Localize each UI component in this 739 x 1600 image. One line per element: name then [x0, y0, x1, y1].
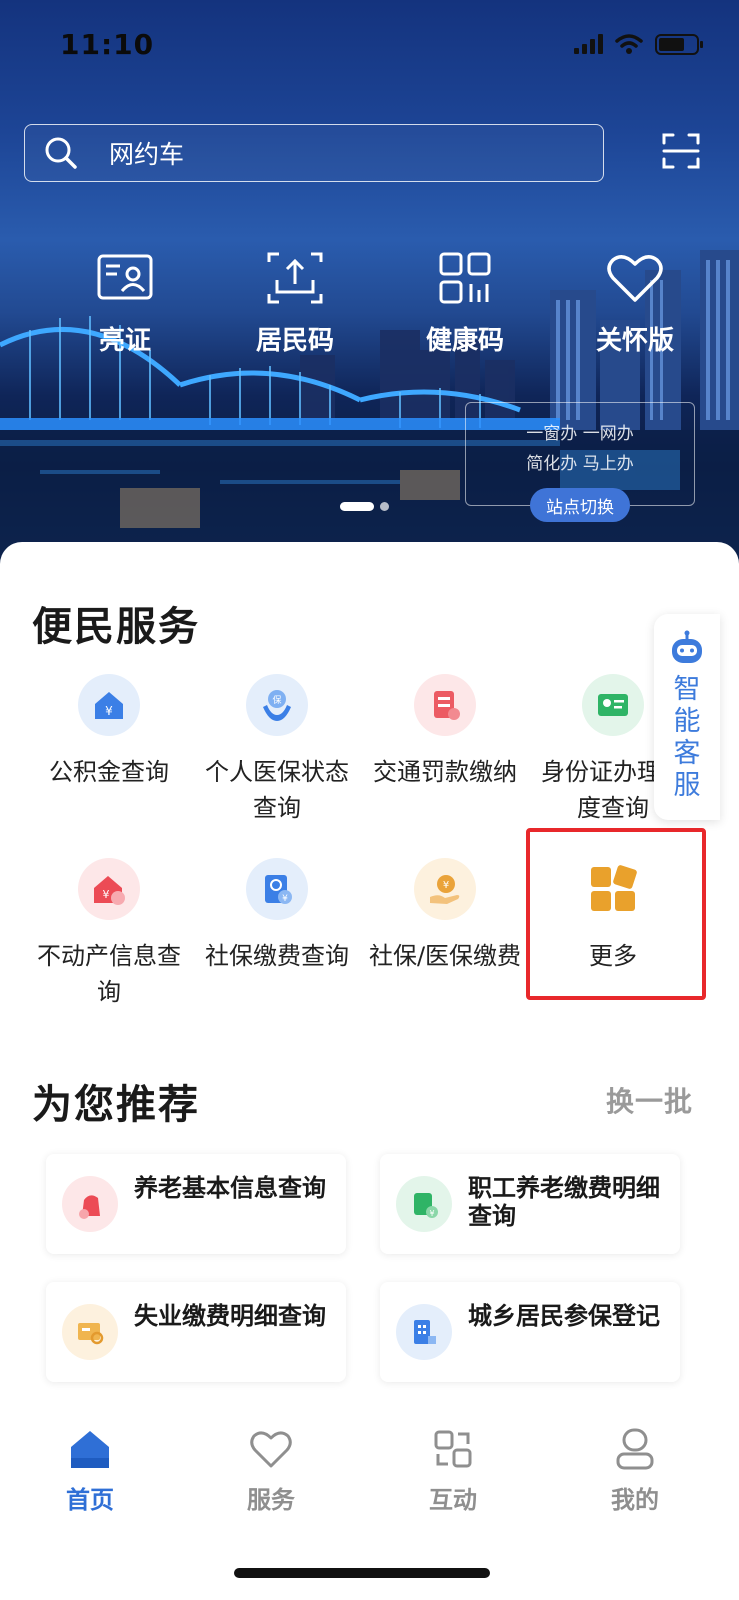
section-title-recommend: 为您推荐 — [32, 1082, 200, 1128]
pager-dot-active — [340, 502, 374, 511]
traffic-fine-icon — [414, 674, 476, 736]
search-placeholder: 网约车 — [109, 140, 185, 169]
quick-actions: 亮证 居民码 健康码 关怀版 — [40, 248, 720, 357]
recommend-card[interactable]: 城乡居民参保登记 — [380, 1282, 680, 1382]
service-label: 个人医保状态查询 — [205, 758, 349, 822]
quick-action-label: 亮证 — [98, 326, 151, 356]
smart-assistant-button[interactable]: 智能客服 — [654, 614, 720, 820]
service-label: 社保/医保缴费 — [368, 942, 522, 970]
recommend-card[interactable]: 养老基本信息查询 — [46, 1154, 346, 1254]
svg-text:保: 保 — [272, 694, 281, 706]
battery-icon — [655, 33, 703, 55]
refresh-button[interactable]: 换一批 — [606, 1080, 693, 1120]
svg-text:¥: ¥ — [443, 880, 449, 891]
profile-icon — [616, 1428, 654, 1470]
section-title-services: 便民服务 — [32, 604, 200, 650]
resident-insurance-icon — [396, 1304, 452, 1360]
upload-code-icon — [267, 252, 323, 304]
scan-icon[interactable] — [662, 132, 700, 170]
recommend-title: 养老基本信息查询 — [134, 1174, 326, 1202]
social-security-icon: ¥ — [246, 858, 308, 920]
svg-text:¥: ¥ — [105, 704, 113, 718]
banner-pager[interactable] — [340, 502, 389, 511]
real-estate-icon: ¥ — [78, 858, 140, 920]
service-housing-fund[interactable]: ¥ 公积金查询 — [24, 674, 194, 790]
payment-icon: ¥ — [414, 858, 476, 920]
quick-action-label: 居民码 — [255, 326, 334, 356]
service-medical-status[interactable]: 保 个人医保状态查询 — [192, 674, 362, 826]
quick-action-care-version[interactable]: 关怀版 — [550, 248, 720, 357]
heart-outline-icon — [250, 1431, 292, 1468]
robot-icon — [672, 630, 702, 663]
heart-icon — [607, 255, 663, 302]
search-input[interactable]: 网约车 — [24, 124, 604, 182]
house-fund-icon: ¥ — [78, 674, 140, 736]
quick-action-show-id[interactable]: 亮证 — [40, 248, 210, 357]
recommend-card[interactable]: ¥ 职工养老缴费明细查询 — [380, 1154, 680, 1254]
nav-home[interactable]: 首页 — [30, 1426, 150, 1515]
service-payment[interactable]: ¥ 社保/医保缴费 — [360, 858, 530, 974]
nav-label: 互动 — [429, 1486, 477, 1514]
service-label: 社保缴费查询 — [205, 942, 349, 970]
wifi-icon — [615, 34, 643, 54]
unemployment-icon — [62, 1304, 118, 1360]
svg-text:¥: ¥ — [103, 888, 110, 901]
quick-action-label: 健康码 — [425, 326, 504, 356]
service-label: 公积金查询 — [49, 758, 169, 786]
id-card-icon — [97, 254, 153, 300]
status-icons — [574, 33, 703, 55]
pension-icon — [62, 1176, 118, 1232]
medical-insurance-icon: 保 — [246, 674, 308, 736]
qr-grid-icon — [439, 252, 491, 304]
service-label: 不动产信息查询 — [37, 942, 181, 1006]
svg-text:¥: ¥ — [429, 1209, 434, 1218]
recommend-title: 城乡居民参保登记 — [468, 1302, 660, 1330]
quick-action-health-code[interactable]: 健康码 — [380, 248, 550, 357]
site-switch-button[interactable]: 站点切换 — [530, 488, 630, 522]
hero-banner: 11:10 网约车 亮证 居民码 健康码 关怀版 一窗办 一网办 简化办 马上办… — [0, 0, 739, 600]
search-icon — [45, 137, 77, 169]
status-bar: 11:10 — [0, 0, 739, 90]
more-highlight-frame — [526, 828, 706, 1000]
nav-label: 我的 — [611, 1486, 659, 1514]
home-icon — [71, 1431, 109, 1468]
nav-profile[interactable]: 我的 — [575, 1426, 695, 1515]
recommend-title: 失业缴费明细查询 — [134, 1302, 326, 1330]
nav-label: 服务 — [247, 1486, 295, 1514]
interact-icon — [434, 1430, 472, 1468]
quick-action-label: 关怀版 — [595, 326, 674, 356]
slogan-line: 一窗办 一网办 — [526, 424, 634, 444]
svg-text:¥: ¥ — [282, 894, 288, 904]
recommend-card[interactable]: 失业缴费明细查询 — [46, 1282, 346, 1382]
assistant-label: 智能客服 — [673, 674, 701, 801]
worker-pension-icon: ¥ — [396, 1176, 452, 1232]
id-progress-icon — [582, 674, 644, 736]
pager-dot — [380, 502, 389, 511]
signal-icon — [574, 34, 603, 54]
nav-services[interactable]: 服务 — [211, 1426, 331, 1515]
home-indicator — [234, 1568, 490, 1578]
service-real-estate[interactable]: ¥ 不动产信息查询 — [24, 858, 194, 1010]
slogan-line: 简化办 马上办 — [526, 454, 634, 474]
status-time: 11:10 — [60, 28, 155, 61]
nav-interact[interactable]: 互动 — [393, 1426, 513, 1515]
nav-label: 首页 — [66, 1486, 114, 1514]
service-traffic-fine[interactable]: 交通罚款缴纳 — [360, 674, 530, 790]
service-social-security-query[interactable]: ¥ 社保缴费查询 — [192, 858, 362, 974]
service-label: 交通罚款缴纳 — [373, 758, 517, 786]
quick-action-resident-code[interactable]: 居民码 — [210, 248, 380, 357]
recommend-title: 职工养老缴费明细查询 — [468, 1174, 660, 1230]
